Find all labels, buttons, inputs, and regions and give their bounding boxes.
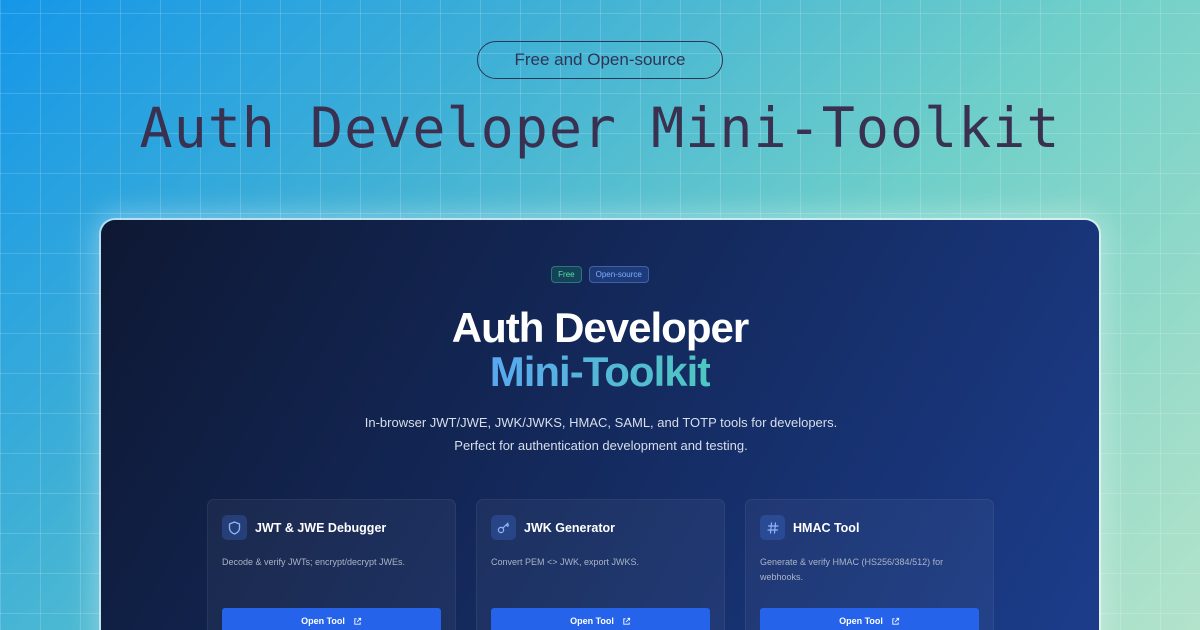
pill-label: Free and Open-source	[514, 50, 686, 69]
card-jwt-jwe-debugger: JWT & JWE Debugger Decode & verify JWTs;…	[207, 499, 456, 630]
key-icon	[491, 515, 516, 540]
external-link-icon	[892, 617, 900, 625]
card-title: JWK Generator	[524, 521, 615, 535]
card-title: HMAC Tool	[793, 521, 860, 535]
external-link-icon	[623, 617, 631, 625]
free-badge: Free	[551, 266, 582, 283]
open-tool-label: Open Tool	[570, 616, 614, 626]
open-tool-label: Open Tool	[301, 616, 345, 626]
free-open-source-pill: Free and Open-source	[477, 41, 723, 79]
open-tool-button[interactable]: Open Tool	[491, 608, 710, 630]
app-preview-window: Free Open-source Auth Developer Mini-Too…	[101, 220, 1099, 630]
card-jwk-generator: JWK Generator Convert PEM <> JWK, export…	[476, 499, 725, 630]
shield-icon	[222, 515, 247, 540]
card-description: Decode & verify JWTs; encrypt/decrypt JW…	[222, 557, 406, 567]
tool-cards: JWT & JWE Debugger Decode & verify JWTs;…	[207, 499, 994, 630]
open-tool-label: Open Tool	[839, 616, 883, 626]
card-hmac-tool: HMAC Tool Generate & verify HMAC (HS256/…	[745, 499, 994, 630]
card-description: Generate & verify HMAC (HS256/384/512) f…	[760, 557, 944, 582]
hero-title-line1: Auth Developer	[451, 304, 749, 351]
external-link-icon	[354, 617, 362, 625]
card-title: JWT & JWE Debugger	[255, 521, 387, 535]
hero-title-line2: Mini-Toolkit	[101, 348, 1099, 396]
badge-row: Free Open-source	[101, 266, 1099, 283]
hero-description: In-browser JWT/JWE, JWK/JWKS, HMAC, SAML…	[364, 415, 838, 453]
hero-title-gradient-text: Mini-Toolkit	[489, 348, 711, 395]
banner-title: Auth Developer Mini-Toolkit	[139, 96, 1061, 160]
open-source-badge: Open-source	[588, 266, 649, 283]
open-tool-button[interactable]: Open Tool	[222, 608, 441, 630]
hash-icon	[760, 515, 785, 540]
open-tool-button[interactable]: Open Tool	[760, 608, 979, 630]
card-description: Convert PEM <> JWK, export JWKS.	[491, 557, 640, 567]
